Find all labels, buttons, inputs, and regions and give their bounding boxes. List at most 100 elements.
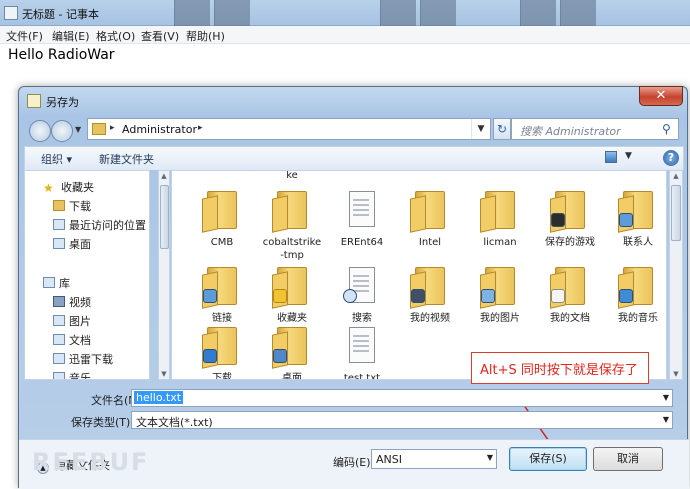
nav-item-pictures[interactable]: 图片 xyxy=(53,313,91,329)
encoding-label: 编码(E): xyxy=(333,456,375,469)
file-item[interactable]: Intel xyxy=(400,191,460,249)
taskbar-thumbnail xyxy=(520,0,556,26)
new-folder-button[interactable]: 新建文件夹 xyxy=(99,151,154,167)
file-name: EREnt64 xyxy=(340,237,384,248)
taskbar-thumbnail xyxy=(420,0,456,26)
chevron-down-icon[interactable]: ▼ xyxy=(663,393,669,402)
search-box[interactable]: 搜索 Administrator ⚲ xyxy=(511,118,679,140)
nav-item-xunlei[interactable]: 迅雷下载 xyxy=(53,351,113,367)
file-item[interactable]: 收藏夹 xyxy=(262,267,322,325)
dialog-title: 另存为 xyxy=(46,96,79,109)
filetype-select[interactable]: 文本文档(*.txt) ▼ xyxy=(131,411,673,429)
menu-help[interactable]: 帮助(H) xyxy=(186,28,225,44)
scroll-thumb[interactable] xyxy=(671,185,681,241)
scroll-up-arrow[interactable]: ▲ xyxy=(670,172,682,180)
music-note-icon xyxy=(619,289,633,303)
file-item-partial[interactable]: ke xyxy=(262,171,322,182)
folder-icon xyxy=(485,191,515,229)
view-options-icon[interactable] xyxy=(605,151,617,163)
file-item[interactable]: CMB xyxy=(192,191,252,249)
file-item[interactable]: 搜索 xyxy=(332,267,392,325)
file-item[interactable]: 保存的游戏 xyxy=(540,191,600,249)
file-name: 搜索 xyxy=(352,313,372,324)
breadcrumb-separator[interactable]: ▸ xyxy=(110,123,115,133)
filename-value: hello.txt xyxy=(134,391,184,404)
scroll-down-arrow[interactable]: ▼ xyxy=(670,370,682,378)
file-name: CMB xyxy=(210,237,234,248)
filetype-value: 文本文档(*.txt) xyxy=(136,416,213,429)
chevron-down-icon[interactable]: ▼ xyxy=(487,453,493,462)
view-dropdown[interactable]: ▼ xyxy=(625,151,632,161)
save-as-dialog: 另存为 ✕ ▼ ▸ Administrator ▸ ▼ ↻ 搜索 Adminis… xyxy=(18,86,689,489)
breadcrumb-administrator[interactable]: Administrator xyxy=(122,123,197,136)
address-dropdown-button[interactable]: ▼ xyxy=(471,119,490,139)
forward-button[interactable] xyxy=(51,120,73,142)
filename-input[interactable]: hello.txt ▼ xyxy=(131,389,673,407)
watermark: REEBUF xyxy=(32,448,150,476)
file-item[interactable]: 我的文档 xyxy=(540,267,600,325)
contact-card-icon xyxy=(619,213,633,227)
arrow-icon xyxy=(203,289,217,303)
nav-item-videos[interactable]: 视频 xyxy=(53,294,91,310)
notepad-titlebar: 无标题 - 记事本 xyxy=(0,0,690,26)
menu-format[interactable]: 格式(O) xyxy=(96,28,135,44)
files-scrollbar[interactable]: ▲ ▼ xyxy=(669,170,683,380)
notepad-icon xyxy=(4,6,18,20)
pictures-icon xyxy=(53,315,65,326)
refresh-button[interactable]: ↻ xyxy=(493,118,511,140)
file-name: cobaltstrike-tmp xyxy=(262,237,322,261)
search-placeholder: 搜索 Administrator xyxy=(520,125,621,138)
nav-item-desktop[interactable]: 桌面 xyxy=(53,236,91,252)
file-item[interactable]: cobaltstrike-tmp xyxy=(262,191,322,262)
scroll-up-arrow[interactable]: ▲ xyxy=(159,172,169,180)
scroll-down-arrow[interactable]: ▼ xyxy=(159,370,169,378)
menu-edit[interactable]: 编辑(E) xyxy=(52,28,90,44)
file-name: 我的音乐 xyxy=(618,313,658,324)
nav-item-recent[interactable]: 最近访问的位置 xyxy=(53,217,146,233)
back-button[interactable] xyxy=(29,120,51,142)
encoding-value: ANSI xyxy=(376,453,402,466)
recent-locations-dropdown[interactable]: ▼ xyxy=(75,125,81,134)
menu-file[interactable]: 文件(F) xyxy=(6,28,43,44)
file-item[interactable]: 桌面 xyxy=(262,327,322,379)
search-icon[interactable]: ⚲ xyxy=(662,122,671,136)
save-button[interactable]: 保存(S) xyxy=(509,447,587,471)
document-folder-icon xyxy=(349,191,375,227)
nav-label: 视频 xyxy=(69,296,91,309)
chevron-down-icon[interactable]: ▼ xyxy=(663,415,669,424)
file-item[interactable]: 联系人 xyxy=(608,191,666,249)
file-item[interactable]: 我的视频 xyxy=(400,267,460,325)
breadcrumb-separator[interactable]: ▸ xyxy=(198,123,203,133)
file-item[interactable]: 链接 xyxy=(192,267,252,325)
scroll-thumb[interactable] xyxy=(160,185,169,249)
file-name: 联系人 xyxy=(623,237,653,248)
nav-scrollbar[interactable]: ▲ ▼ xyxy=(158,170,170,380)
file-item[interactable]: EREnt64 xyxy=(332,191,392,249)
nav-item-documents[interactable]: 文档 xyxy=(53,332,91,348)
address-bar[interactable]: ▸ Administrator ▸ ▼ xyxy=(87,118,491,140)
file-item[interactable]: 我的图片 xyxy=(470,267,530,325)
nav-item-downloads[interactable]: 下载 xyxy=(53,198,91,214)
file-item[interactable]: licman xyxy=(470,191,530,249)
file-item[interactable]: 我的音乐 xyxy=(608,267,666,325)
film-icon xyxy=(411,289,425,303)
close-button[interactable]: ✕ xyxy=(639,86,683,106)
file-name: 我的视频 xyxy=(410,313,450,324)
nav-item-favorites[interactable]: ★ 收藏夹 xyxy=(43,179,94,195)
file-name: 我的文档 xyxy=(550,313,590,324)
navigation-pane: ★ 收藏夹 下载 最近访问的位置 桌面 库 视频 图片 文档 迅雷下载 音乐 xyxy=(24,170,150,380)
organize-button[interactable]: 组织 ▾ xyxy=(41,151,72,167)
nav-label: 库 xyxy=(59,277,70,290)
cancel-button[interactable]: 取消 xyxy=(593,447,663,471)
file-item[interactable]: 下载 xyxy=(192,327,252,379)
file-item[interactable]: test.txt xyxy=(332,327,392,379)
nav-item-libraries[interactable]: 库 xyxy=(43,275,70,291)
menu-view[interactable]: 查看(V) xyxy=(141,28,179,44)
file-name: 我的图片 xyxy=(480,313,520,324)
notepad-content: Hello RadioWar xyxy=(8,47,115,63)
nav-item-music[interactable]: 音乐 xyxy=(53,370,91,379)
help-icon[interactable]: ? xyxy=(663,150,679,166)
encoding-select[interactable]: ANSI ▼ xyxy=(371,449,497,469)
star-icon: ★ xyxy=(43,181,54,195)
nav-label: 文档 xyxy=(69,334,91,347)
